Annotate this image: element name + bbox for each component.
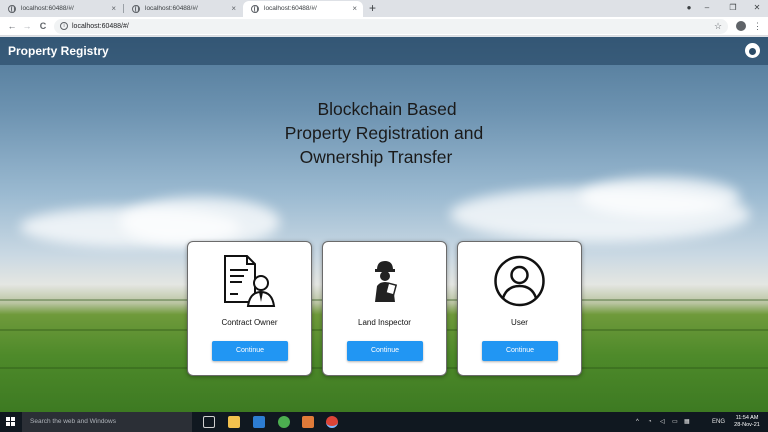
windows-start-icon[interactable] xyxy=(6,417,16,427)
info-icon[interactable]: i xyxy=(60,22,68,30)
role-card-contract-owner: Contract Owner Continue xyxy=(187,241,312,376)
windows-taskbar: Search the web and Windows ^ ◔ ◁ ▭ ▦ ENG… xyxy=(0,412,768,432)
taskbar-clock[interactable]: 11:54 AM 28-Nov-21 xyxy=(730,415,764,429)
browser-tab-active[interactable]: localhost:60488/#/ × xyxy=(243,1,363,17)
clock-date: 28-Nov-21 xyxy=(734,422,760,428)
close-tab-icon[interactable]: × xyxy=(231,1,236,17)
role-label: User xyxy=(511,318,528,327)
volume-icon[interactable]: ◁ xyxy=(660,412,665,432)
page-viewport: Property Registry Blockchain Based Prope… xyxy=(0,37,768,412)
tab-title: localhost:60488/#/ xyxy=(145,5,198,12)
taskbar-search-box[interactable]: Search the web and Windows xyxy=(22,412,192,432)
user-circle-icon xyxy=(458,254,581,308)
chrome-active-icon[interactable] xyxy=(326,416,338,428)
contract-document-icon xyxy=(188,254,311,308)
language-indicator[interactable]: ENG xyxy=(712,412,725,432)
inspector-icon xyxy=(323,254,446,308)
minimize-button[interactable]: – xyxy=(694,0,720,16)
back-button[interactable]: ← xyxy=(5,19,19,33)
chrome-icon[interactable] xyxy=(278,416,290,428)
address-bar[interactable]: i localhost:60488/#/ xyxy=(54,19,728,34)
browser-tabstrip: localhost:60488/#/ × localhost:60488/#/ … xyxy=(0,0,768,17)
background-cloud xyxy=(580,177,740,217)
continue-button[interactable]: Continue xyxy=(347,341,423,361)
browser-toolbar: ← → C i localhost:60488/#/ ☆ xyxy=(0,17,768,36)
keyboard-icon[interactable]: ▦ xyxy=(684,412,690,432)
browser-menu-icon[interactable]: ⋮ xyxy=(753,20,762,32)
role-label: Land Inspector xyxy=(358,318,411,327)
app-title[interactable]: Property Registry xyxy=(8,37,109,65)
file-explorer-icon[interactable] xyxy=(228,416,240,428)
globe-icon xyxy=(8,5,16,13)
continue-button[interactable]: Continue xyxy=(482,341,558,361)
globe-icon xyxy=(132,5,140,13)
hero-line: Ownership Transfer xyxy=(299,147,453,167)
profile-avatar-icon[interactable] xyxy=(736,21,746,31)
close-tab-icon[interactable]: × xyxy=(352,1,357,17)
role-card-land-inspector: Land Inspector Continue xyxy=(322,241,447,376)
hero-line: Property Registration and xyxy=(284,123,484,143)
app-icon[interactable] xyxy=(253,416,265,428)
app-header: Property Registry xyxy=(0,37,768,65)
bookmark-star-icon[interactable]: ☆ xyxy=(714,19,722,33)
browser-tab[interactable]: localhost:60488/#/ × xyxy=(0,1,122,17)
tab-title: localhost:60488/#/ xyxy=(21,5,74,12)
network-icon[interactable]: ◔ xyxy=(648,412,652,432)
reload-button[interactable]: C xyxy=(36,19,50,33)
close-tab-icon[interactable]: × xyxy=(111,1,116,17)
battery-icon[interactable]: ▭ xyxy=(672,412,678,432)
tab-title: localhost:60488/#/ xyxy=(264,5,317,12)
browser-tab[interactable]: localhost:60488/#/ × xyxy=(124,1,242,17)
hero-line: Blockchain Based xyxy=(317,99,457,119)
close-window-button[interactable]: ✕ xyxy=(744,0,768,16)
maximize-button[interactable]: ❐ xyxy=(720,0,746,16)
globe-icon xyxy=(251,5,259,13)
clock-time: 11:54 AM xyxy=(735,415,759,421)
continue-button[interactable]: Continue xyxy=(212,341,288,361)
url-text: localhost:60488/#/ xyxy=(72,23,129,30)
new-tab-button[interactable]: + xyxy=(369,0,376,16)
forward-button[interactable]: → xyxy=(20,19,34,33)
github-icon[interactable] xyxy=(745,43,760,58)
role-card-user: User Continue xyxy=(457,241,582,376)
task-view-icon[interactable] xyxy=(203,416,215,428)
tray-overflow-icon[interactable]: ^ xyxy=(636,412,639,432)
search-placeholder: Search the web and Windows xyxy=(30,418,116,425)
hero-heading: Blockchain Based Property Registration a… xyxy=(244,97,524,169)
app-icon[interactable] xyxy=(302,416,314,428)
role-label: Contract Owner xyxy=(221,318,278,327)
background-cloud xyxy=(120,197,280,247)
